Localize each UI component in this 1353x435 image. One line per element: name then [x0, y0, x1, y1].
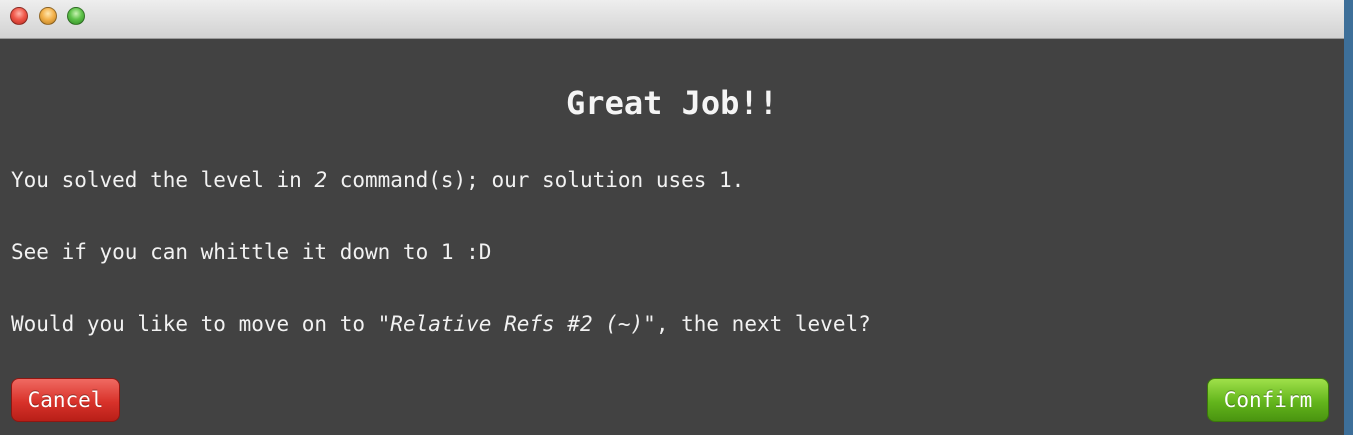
confirm-button[interactable]: Confirm [1207, 378, 1329, 422]
minimize-window-icon[interactable] [39, 7, 57, 25]
next-level-name: "Relative Refs #2 (~)" [377, 312, 656, 336]
summary-suffix: command(s); our solution uses 1. [327, 168, 745, 192]
window-titlebar [0, 0, 1344, 39]
zoom-window-icon[interactable] [67, 7, 85, 25]
close-window-icon[interactable] [10, 7, 28, 25]
prompt-suffix: , the next level? [655, 312, 871, 336]
command-count: 2 [314, 168, 328, 192]
cancel-button[interactable]: Cancel [11, 378, 120, 422]
prompt-prefix: Would you like to move on to [11, 312, 378, 336]
dialog-title: Great Job!! [566, 84, 778, 122]
dialog-window: Great Job!! You solved the level in 2 co… [0, 0, 1344, 435]
improvement-hint: See if you can whittle it down to 1 :D [11, 240, 492, 264]
summary-prefix: You solved the level in [11, 168, 315, 192]
next-level-prompt: Would you like to move on to "Relative R… [11, 312, 871, 336]
solution-summary: You solved the level in 2 command(s); ou… [11, 168, 744, 192]
